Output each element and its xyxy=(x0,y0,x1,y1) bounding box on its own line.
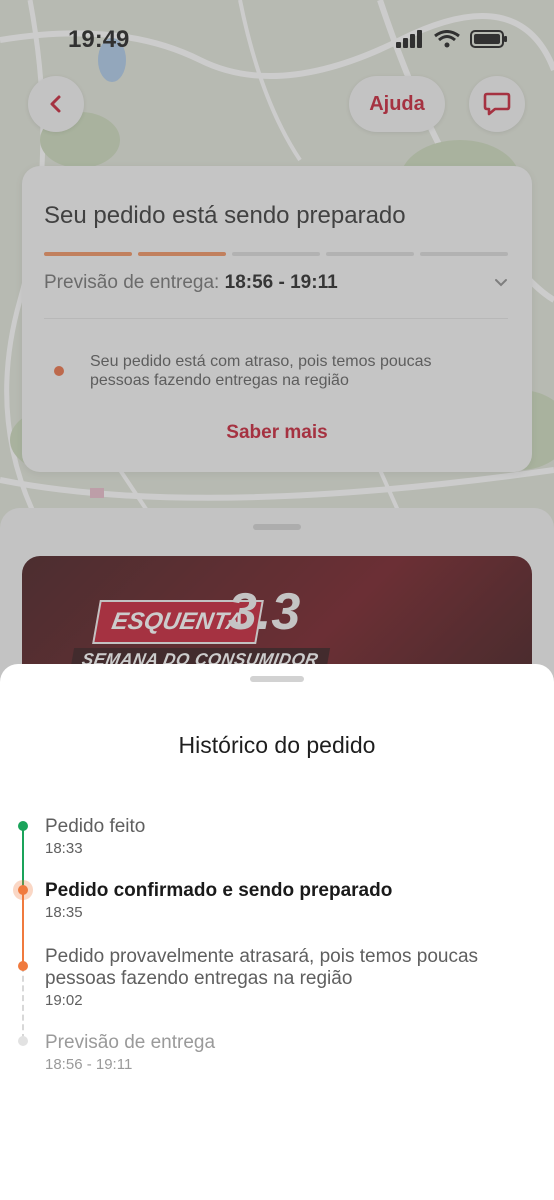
order-status-title: Seu pedido está sendo preparado xyxy=(44,202,406,229)
timeline-item: Previsão de entrega 18:56 - 19:11 xyxy=(45,1032,525,1073)
timeline-dot-done xyxy=(18,961,28,971)
eta-row[interactable]: Previsão de entrega: 18:56 - 19:11 xyxy=(44,272,508,294)
progress-segment xyxy=(232,252,320,256)
timeline-item-time: 18:33 xyxy=(45,840,83,857)
timeline-item: Pedido provavelmente atrasará, pois temo… xyxy=(45,946,525,1009)
battery-icon xyxy=(470,30,507,48)
timeline-dot-current xyxy=(18,885,28,895)
learn-more-link[interactable]: Saber mais xyxy=(22,422,532,444)
timeline-item-title: Previsão de entrega xyxy=(45,1032,216,1053)
back-button[interactable] xyxy=(28,76,84,132)
timeline-item-time: 18:56 - 19:11 xyxy=(45,1056,133,1073)
status-time: 19:49 xyxy=(68,26,130,53)
sheet-handle[interactable] xyxy=(250,676,304,682)
progress-segment xyxy=(44,252,132,256)
timeline-line xyxy=(22,826,24,888)
progress-segment xyxy=(326,252,414,256)
timeline-item-time: 19:02 xyxy=(45,992,83,1009)
signal-icon xyxy=(396,30,422,48)
status-icons xyxy=(396,30,508,48)
card-divider xyxy=(44,318,508,319)
timeline-line xyxy=(22,966,24,1040)
chat-bubble-icon xyxy=(483,92,511,116)
eta-label: Previsão de entrega: xyxy=(44,272,220,293)
order-history-sheet: Histórico do pedido Pedido feito 18:33 P… xyxy=(0,664,554,1200)
wifi-icon xyxy=(434,30,460,48)
timeline-item-time: 18:35 xyxy=(45,904,83,921)
timeline-item-title: Pedido provavelmente atrasará, pois temo… xyxy=(45,946,479,989)
timeline-dot-done xyxy=(18,821,28,831)
order-status-card: Seu pedido está sendo preparado Previsão… xyxy=(22,166,532,472)
timeline-item-title: Pedido confirmado e sendo preparado xyxy=(45,880,393,901)
chevron-left-icon xyxy=(50,95,61,113)
screen: 19:49 Ajuda Seu pedido está sendo prepar… xyxy=(0,0,554,1200)
progress-segment xyxy=(420,252,508,256)
help-button[interactable]: Ajuda xyxy=(349,76,445,132)
order-progress-bar xyxy=(44,252,508,256)
timeline-dot-future xyxy=(18,1036,28,1046)
delay-message: Seu pedido está com atraso, pois temos p… xyxy=(90,353,432,389)
sheet-handle[interactable] xyxy=(253,524,301,530)
progress-segment xyxy=(138,252,226,256)
timeline-item: Pedido feito 18:33 xyxy=(45,816,525,857)
order-history-title: Histórico do pedido xyxy=(178,732,376,758)
chat-button[interactable] xyxy=(469,76,525,132)
chevron-down-icon[interactable] xyxy=(494,278,508,288)
status-bar: 19:49 xyxy=(0,0,554,80)
banner-number: 3.3 xyxy=(228,583,301,641)
timeline-item: Pedido confirmado e sendo preparado 18:3… xyxy=(45,880,525,921)
eta-value: 18:56 - 19:11 xyxy=(224,272,338,293)
delay-indicator-dot xyxy=(54,366,64,376)
timeline-item-title: Pedido feito xyxy=(45,816,146,837)
